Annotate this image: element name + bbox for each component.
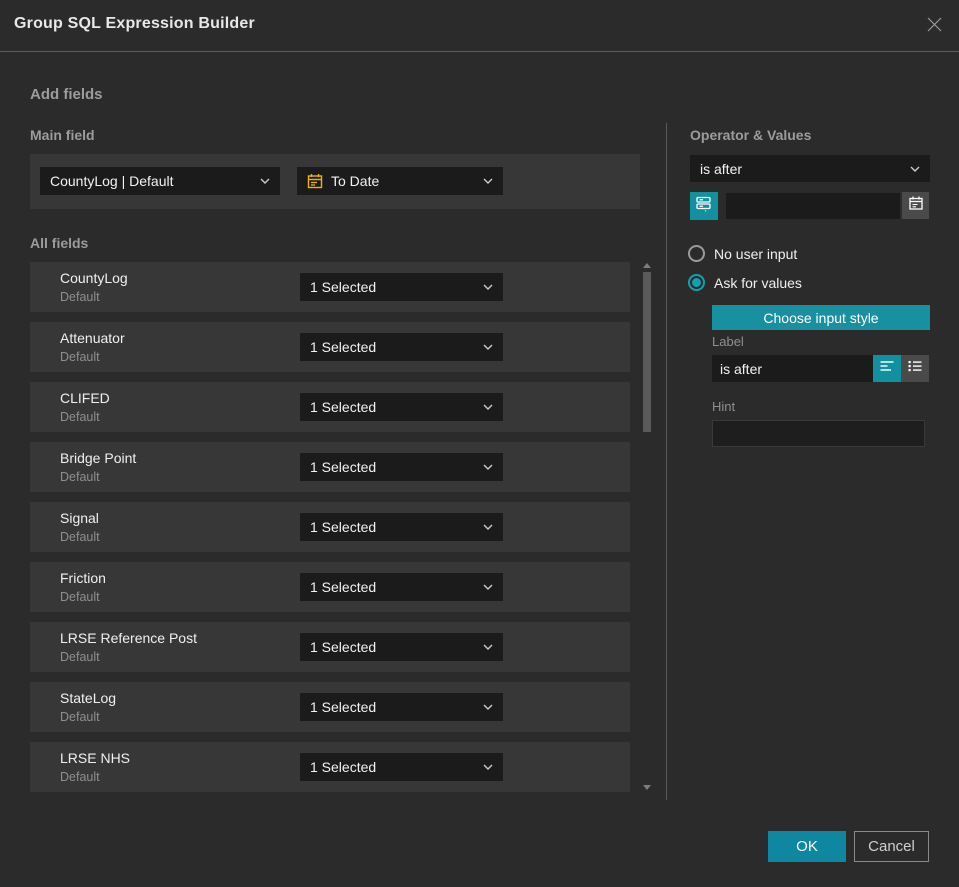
- field-values-dropdown[interactable]: 1 Selected: [300, 753, 503, 781]
- main-field-type-value: To Date: [331, 173, 380, 189]
- bullet-list-icon: [907, 358, 923, 379]
- field-values-dropdown[interactable]: 1 Selected: [300, 573, 503, 601]
- vertical-divider: [666, 123, 667, 800]
- label-field-label: Label: [712, 334, 744, 349]
- value-input[interactable]: [726, 193, 900, 219]
- field-row-lrse-reference-post: LRSE Reference Post Default 1 Selected: [30, 622, 630, 672]
- list-input-style-button[interactable]: [901, 355, 929, 382]
- main-field-label: Main field: [30, 127, 95, 143]
- operator-select-value: is after: [700, 160, 743, 177]
- field-row-lrse-nhs: LRSE NHS Default 1 Selected: [30, 742, 630, 792]
- dialog-header: Group SQL Expression Builder: [0, 0, 959, 52]
- label-input[interactable]: [712, 355, 873, 382]
- text-input-style-button[interactable]: [873, 355, 901, 382]
- operator-select[interactable]: is after: [690, 155, 930, 182]
- chevron-down-icon: [483, 404, 493, 410]
- field-values-dropdown[interactable]: 1 Selected: [300, 693, 503, 721]
- field-subtitle: Default: [60, 410, 100, 424]
- main-field-panel: CountyLog | Default To Date: [30, 154, 640, 209]
- radio-ask-for-values[interactable]: [688, 274, 705, 291]
- main-field-select[interactable]: CountyLog | Default: [40, 167, 280, 195]
- close-icon: [926, 16, 943, 38]
- field-subtitle: Default: [60, 710, 100, 724]
- choose-input-style-button[interactable]: Choose input style: [712, 305, 930, 330]
- field-name: CountyLog: [60, 270, 128, 286]
- chevron-down-icon: [483, 344, 493, 350]
- field-values-dropdown[interactable]: 1 Selected: [300, 393, 503, 421]
- radio-no-user-input[interactable]: [688, 245, 705, 262]
- hint-input[interactable]: [712, 420, 925, 447]
- field-row-countylog: CountyLog Default 1 Selected: [30, 262, 630, 312]
- calendar-icon: [908, 195, 924, 216]
- add-fields-heading: Add fields: [30, 86, 103, 103]
- scrollbar-thumb[interactable]: [643, 272, 651, 432]
- chevron-down-icon: [483, 644, 493, 650]
- dialog-title: Group SQL Expression Builder: [14, 15, 255, 32]
- field-row-attenuator: Attenuator Default 1 Selected: [30, 322, 630, 372]
- field-row-clifed: CLIFED Default 1 Selected: [30, 382, 630, 432]
- field-name: CLIFED: [60, 390, 110, 406]
- chevron-down-icon: [483, 178, 493, 184]
- field-row-statelog: StateLog Default 1 Selected: [30, 682, 630, 732]
- date-field-icon: [307, 173, 323, 189]
- radio-no-user-input-label: No user input: [714, 246, 798, 262]
- field-values-dropdown[interactable]: 1 Selected: [300, 333, 503, 361]
- chevron-down-icon: [910, 166, 920, 172]
- field-subtitle: Default: [60, 350, 100, 364]
- main-field-select-value: CountyLog | Default: [50, 173, 174, 189]
- scrollbar-up-arrow[interactable]: [643, 263, 651, 268]
- close-button[interactable]: [923, 16, 945, 38]
- hint-field-label: Hint: [712, 399, 736, 414]
- field-name: LRSE Reference Post: [60, 630, 197, 646]
- main-field-type-select[interactable]: To Date: [297, 167, 503, 195]
- field-name: StateLog: [60, 690, 117, 706]
- field-name: Signal: [60, 510, 99, 526]
- field-subtitle: Default: [60, 530, 100, 544]
- radio-selected-dot: [692, 278, 701, 287]
- field-name: Friction: [60, 570, 106, 586]
- field-subtitle: Default: [60, 770, 100, 784]
- operator-values-heading: Operator & Values: [690, 127, 812, 143]
- field-subtitle: Default: [60, 470, 100, 484]
- date-picker-button[interactable]: [902, 192, 929, 219]
- align-left-icon: [879, 358, 895, 379]
- field-values-dropdown[interactable]: 1 Selected: [300, 453, 503, 481]
- field-subtitle: Default: [60, 590, 100, 604]
- field-subtitle: Default: [60, 650, 100, 664]
- field-name: LRSE NHS: [60, 750, 131, 766]
- chevron-down-icon: [260, 178, 270, 184]
- field-values-dropdown[interactable]: 1 Selected: [300, 513, 503, 541]
- unique-values-icon: [695, 195, 713, 218]
- chevron-down-icon: [483, 764, 493, 770]
- field-values-dropdown[interactable]: 1 Selected: [300, 633, 503, 661]
- field-name: Attenuator: [60, 330, 125, 346]
- all-fields-label: All fields: [30, 235, 89, 251]
- scrollbar-down-arrow[interactable]: [643, 785, 651, 790]
- chevron-down-icon: [483, 584, 493, 590]
- group-sql-expression-builder-dialog: Group SQL Expression Builder Add fields …: [0, 0, 959, 887]
- field-row-bridge-point: Bridge Point Default 1 Selected: [30, 442, 630, 492]
- unique-values-button[interactable]: [690, 192, 718, 220]
- cancel-button[interactable]: Cancel: [854, 831, 929, 862]
- ok-button[interactable]: OK: [768, 831, 846, 862]
- field-subtitle: Default: [60, 290, 100, 304]
- radio-ask-for-values-label: Ask for values: [714, 275, 802, 291]
- chevron-down-icon: [483, 464, 493, 470]
- chevron-down-icon: [483, 284, 493, 290]
- chevron-down-icon: [483, 704, 493, 710]
- field-row-friction: Friction Default 1 Selected: [30, 562, 630, 612]
- field-values-dropdown[interactable]: 1 Selected: [300, 273, 503, 301]
- field-row-signal: Signal Default 1 Selected: [30, 502, 630, 552]
- field-name: Bridge Point: [60, 450, 137, 466]
- chevron-down-icon: [483, 524, 493, 530]
